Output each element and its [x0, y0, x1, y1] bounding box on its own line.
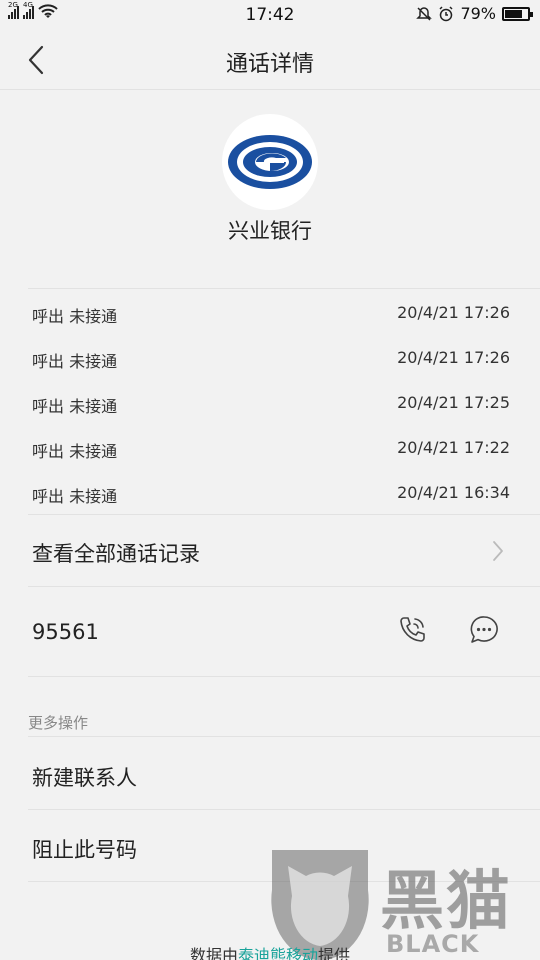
call-time: 20/4/21 17:26 — [397, 303, 510, 322]
provider-link[interactable]: 泰迪熊移动 — [238, 946, 318, 960]
call-type: 呼出 未接通 — [32, 442, 118, 461]
call-type: 呼出 未接通 — [32, 352, 118, 371]
footer-prefix: 数据由 — [189, 946, 238, 960]
call-type: 呼出 未接通 — [32, 397, 118, 416]
footer-suffix: 提供 — [318, 946, 351, 960]
new-contact-row[interactable]: 新建联系人 — [0, 738, 540, 810]
back-button[interactable] — [18, 42, 54, 78]
call-type: 呼出 未接通 — [32, 487, 118, 506]
watermark-text-cn: 黑猫 — [380, 865, 512, 939]
call-time: 20/4/21 17:26 — [397, 348, 510, 367]
header: 通话详情 — [0, 30, 540, 90]
contact-avatar — [222, 114, 318, 210]
bank-logo-icon — [228, 135, 312, 189]
battery-icon — [502, 6, 533, 21]
message-button[interactable] — [468, 614, 500, 646]
call-log-row: 呼出 未接通 20/4/21 17:26 — [32, 335, 510, 380]
call-button[interactable] — [396, 614, 428, 646]
chevron-left-icon — [28, 45, 44, 75]
view-all-calls-label: 查看全部通话记录 — [32, 542, 200, 566]
bell-off-icon — [416, 6, 433, 21]
new-contact-label: 新建联系人 — [32, 766, 137, 790]
call-log-row: 呼出 未接通 20/4/21 17:22 — [32, 425, 510, 470]
status-right: 79% — [416, 4, 533, 23]
call-log-row: 呼出 未接通 20/4/21 16:34 — [32, 470, 510, 515]
call-time: 20/4/21 16:34 — [397, 483, 510, 502]
phone-number-row: 95561 — [0, 586, 540, 676]
status-bar: 2G 4G 17:42 79% — [0, 0, 540, 30]
section-header-more-actions: 更多操作 — [28, 714, 89, 732]
message-bubble-icon — [470, 616, 498, 643]
phone-number: 95561 — [32, 620, 99, 644]
page-title: 通话详情 — [225, 52, 314, 77]
battery-percent: 79% — [460, 4, 496, 23]
phone-call-icon — [400, 617, 425, 642]
call-log-row: 呼出 未接通 20/4/21 17:25 — [32, 380, 510, 425]
divider — [28, 736, 540, 737]
view-all-calls-row[interactable]: 查看全部通话记录 — [0, 514, 540, 586]
call-time: 20/4/21 17:22 — [397, 438, 510, 457]
alarm-icon — [439, 5, 453, 21]
call-time: 20/4/21 17:25 — [397, 393, 510, 412]
divider — [28, 288, 540, 289]
block-number-label: 阻止此号码 — [32, 838, 137, 862]
contact-name: 兴业银行 — [228, 219, 312, 243]
divider — [28, 676, 540, 677]
chevron-right-icon — [493, 541, 503, 561]
call-log-row: 呼出 未接通 20/4/21 17:26 — [32, 290, 510, 335]
call-type: 呼出 未接通 — [32, 307, 118, 326]
data-source-footer: 数据由泰迪熊移动提供 — [0, 942, 540, 960]
